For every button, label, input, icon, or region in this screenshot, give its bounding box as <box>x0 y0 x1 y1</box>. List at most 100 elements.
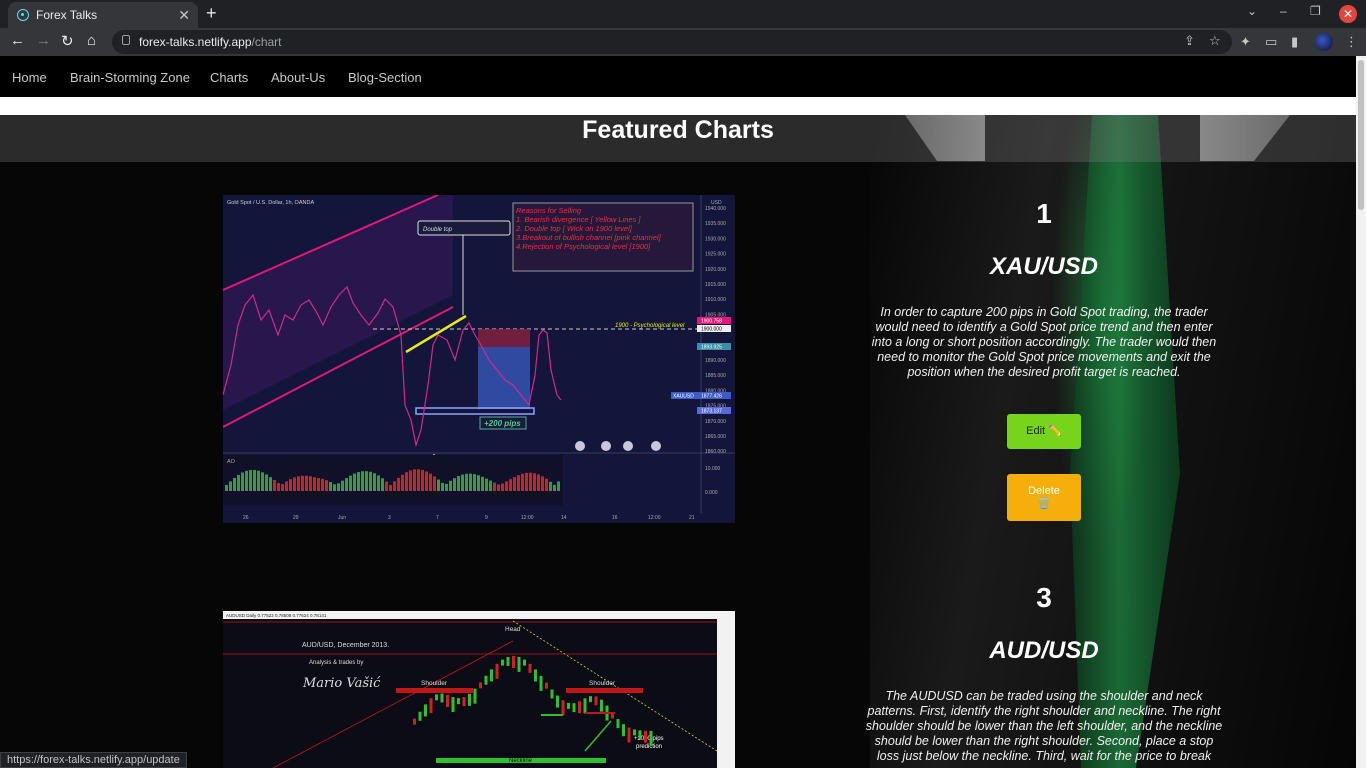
browser-toolbar: ← → ↻ ⌂ forex-talks.netlify.app/chart ⇪ … <box>0 28 1366 56</box>
nav-blog[interactable]: Blog-Section <box>348 70 422 85</box>
candle <box>589 696 592 703</box>
extensions-icon[interactable]: ✦ <box>1240 34 1251 50</box>
ao-bar <box>437 479 440 491</box>
new-tab-button[interactable]: + <box>206 3 217 24</box>
right-shoulder-label: Shoulder <box>589 680 616 687</box>
ao-bar <box>345 478 348 491</box>
ao-bar <box>257 470 260 491</box>
candle <box>649 730 653 746</box>
chart2-header: AUDUSD Daily 0.77522 0.78508 0.77624 0.7… <box>226 613 327 618</box>
price-tag: 1900.000 <box>701 327 722 333</box>
ao-bar <box>277 483 280 491</box>
ao-bar <box>317 478 320 491</box>
ao-bar <box>269 477 272 491</box>
ao-bar <box>373 473 376 491</box>
charts-section: Featured Charts 1900 - Psychological lev… <box>0 115 1356 768</box>
ao-bar <box>305 475 308 491</box>
ao-bar <box>429 473 432 491</box>
browser-tab[interactable]: Forex Talks ✕ <box>8 2 198 28</box>
profile-avatar[interactable] <box>1315 33 1333 51</box>
double-top-callout: Double top <box>423 227 453 233</box>
ao-bar <box>493 482 496 491</box>
candle <box>638 730 642 740</box>
link-status-bar: https://forex-talks.netlify.app/update <box>0 752 187 768</box>
candle <box>633 729 636 736</box>
candle <box>479 682 482 689</box>
candle <box>512 655 515 668</box>
price-tick: 1890.000 <box>705 358 726 364</box>
side-panel-icon[interactable]: ▮ <box>1291 34 1298 50</box>
ao-tick: 10.000 <box>705 466 721 472</box>
ao-bar <box>253 469 256 491</box>
ao-bar <box>529 472 532 491</box>
candle <box>490 669 493 682</box>
ao-bar <box>393 481 396 491</box>
x-tick: 12:00 <box>648 515 661 521</box>
ao-bar <box>333 484 336 491</box>
candle <box>550 689 554 699</box>
nav-home[interactable]: Home <box>12 70 47 85</box>
candle <box>627 727 631 743</box>
home-icon[interactable]: ⌂ <box>87 32 96 49</box>
menu-icon[interactable]: ⋮ <box>1345 34 1358 50</box>
delete-button[interactable]: Delete 🗑️ <box>1007 474 1081 521</box>
ao-bar <box>349 475 352 491</box>
candle <box>616 719 620 729</box>
ao-bar <box>325 480 328 491</box>
share-icon[interactable]: ⇪ <box>1184 33 1195 49</box>
card-pair-title: AUD/USD <box>989 637 1099 664</box>
ao-bar <box>409 470 412 491</box>
ao-bar <box>413 469 416 491</box>
site-navbar: Home Brain-Storming Zone Charts About-Us… <box>0 56 1356 97</box>
candle <box>429 698 433 714</box>
candle <box>424 704 427 717</box>
page-title: Featured Charts <box>582 116 774 144</box>
ao-bar <box>293 477 296 491</box>
react-favicon-icon <box>17 9 29 21</box>
ao-bar <box>473 474 476 491</box>
ao-bar <box>553 484 556 491</box>
ao-bar <box>509 479 512 491</box>
x-tick: 3 <box>388 515 391 521</box>
ao-bar <box>477 475 480 491</box>
ao-bar <box>445 483 448 491</box>
nav-charts[interactable]: Charts <box>210 70 248 85</box>
reload-icon[interactable]: ↻ <box>61 32 74 50</box>
candle <box>561 700 565 716</box>
card-number: 1 <box>1036 198 1052 229</box>
ao-bar <box>241 472 244 491</box>
ao-bar <box>433 476 436 491</box>
candle <box>600 699 603 712</box>
ao-bar <box>425 471 428 491</box>
ao-bar <box>229 481 232 491</box>
forward-icon[interactable]: → <box>36 32 51 49</box>
price-tick: 1930.000 <box>705 236 726 242</box>
edit-button[interactable]: Edit ✏️ <box>1007 414 1081 449</box>
nav-brainstorming[interactable]: Brain-Storming Zone <box>70 70 190 85</box>
tab-search-icon[interactable]: ⌄ <box>1247 4 1257 18</box>
x-tick: 29 <box>293 515 299 521</box>
ao-bar <box>457 476 460 491</box>
price-tick: 1870.000 <box>705 419 726 425</box>
ao-bar <box>313 477 316 491</box>
ao-bar <box>265 474 268 491</box>
ao-bar <box>361 471 364 491</box>
page-scrollbar[interactable] <box>1356 56 1366 768</box>
bookmark-star-icon[interactable]: ☆ <box>1209 33 1221 49</box>
candle <box>567 702 570 709</box>
address-bar[interactable]: forex-talks.netlify.app/chart ⇪ ☆ <box>112 30 1232 54</box>
tab-close-icon[interactable]: ✕ <box>178 2 190 28</box>
restore-icon[interactable]: ❐ <box>1310 4 1321 18</box>
ao-bar <box>545 478 548 491</box>
ao-bar <box>421 469 424 491</box>
window-close-icon[interactable]: ✕ <box>1339 5 1357 23</box>
ao-bar <box>377 475 380 491</box>
nav-about[interactable]: About-Us <box>271 70 325 85</box>
back-icon[interactable]: ← <box>10 32 25 49</box>
ao-bar <box>261 472 264 491</box>
cast-icon[interactable]: ▭ <box>1265 34 1277 50</box>
minimize-icon[interactable]: – <box>1280 4 1287 18</box>
ao-bar <box>453 478 456 491</box>
ao-bar <box>549 481 552 491</box>
scrollbar-thumb[interactable] <box>1358 60 1364 210</box>
